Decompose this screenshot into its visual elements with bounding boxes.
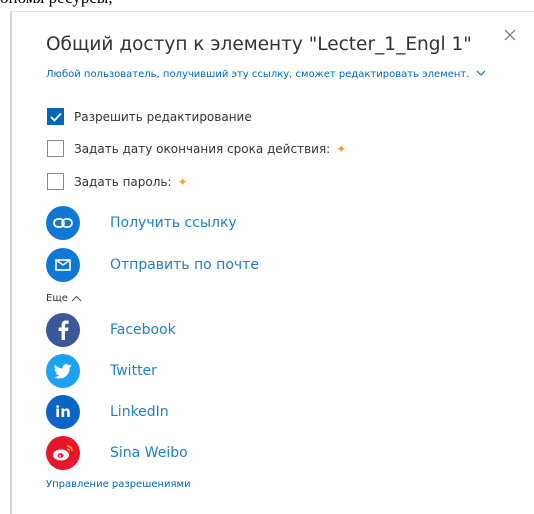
share-twitter-button[interactable]: Twitter xyxy=(46,354,157,388)
close-button[interactable] xyxy=(500,25,520,45)
get-link-button[interactable]: Получить ссылку xyxy=(46,206,237,240)
send-email-label: Отправить по почте xyxy=(110,257,259,273)
facebook-icon xyxy=(46,313,80,347)
checkmark-icon xyxy=(49,112,62,122)
allow-editing-label: Разрешить редактирование xyxy=(74,109,252,124)
linkedin-icon: in xyxy=(46,395,80,429)
more-toggle[interactable]: Еще xyxy=(46,293,82,304)
facebook-label: Facebook xyxy=(110,322,176,338)
password-checkbox[interactable] xyxy=(47,173,64,190)
weibo-icon xyxy=(46,436,80,470)
linkedin-label: LinkedIn xyxy=(110,404,169,420)
link-icon xyxy=(46,206,80,240)
twitter-label: Twitter xyxy=(110,363,157,379)
chevron-up-icon xyxy=(71,295,82,302)
premium-sparkle-icon: ✦ xyxy=(177,174,188,189)
background-page-text: ономя ресурсы, xyxy=(0,0,113,8)
allow-editing-option[interactable]: Разрешить редактирование xyxy=(47,108,252,125)
expiry-date-checkbox[interactable] xyxy=(47,140,64,157)
expiry-date-option[interactable]: Задать дату окончания срока действия: ✦ xyxy=(47,140,346,157)
premium-sparkle-icon: ✦ xyxy=(336,141,347,156)
link-permission-description[interactable]: Любой пользователь, получивший эту ссылк… xyxy=(46,68,486,81)
share-facebook-button[interactable]: Facebook xyxy=(46,313,176,347)
password-label: Задать пароль: xyxy=(74,174,172,189)
link-permission-text: Любой пользователь, получивший эту ссылк… xyxy=(46,69,470,80)
weibo-label: Sina Weibo xyxy=(110,445,188,461)
more-label: Еще xyxy=(46,293,68,304)
share-linkedin-button[interactable]: in LinkedIn xyxy=(46,395,169,429)
chevron-down-icon[interactable] xyxy=(476,68,486,80)
send-email-button[interactable]: Отправить по почте xyxy=(46,248,259,282)
mail-icon xyxy=(46,248,80,282)
allow-editing-checkbox[interactable] xyxy=(47,108,64,125)
manage-permissions-link[interactable]: Управление разрешениями xyxy=(46,479,191,490)
twitter-icon xyxy=(46,354,80,388)
close-icon xyxy=(504,29,516,41)
expiry-date-label: Задать дату окончания срока действия: xyxy=(74,141,331,156)
get-link-label: Получить ссылку xyxy=(110,215,237,231)
share-weibo-button[interactable]: Sina Weibo xyxy=(46,436,188,470)
dialog-title: Общий доступ к элементу "Lecter_1_Engl 1… xyxy=(46,34,472,55)
password-option[interactable]: Задать пароль: ✦ xyxy=(47,173,188,190)
